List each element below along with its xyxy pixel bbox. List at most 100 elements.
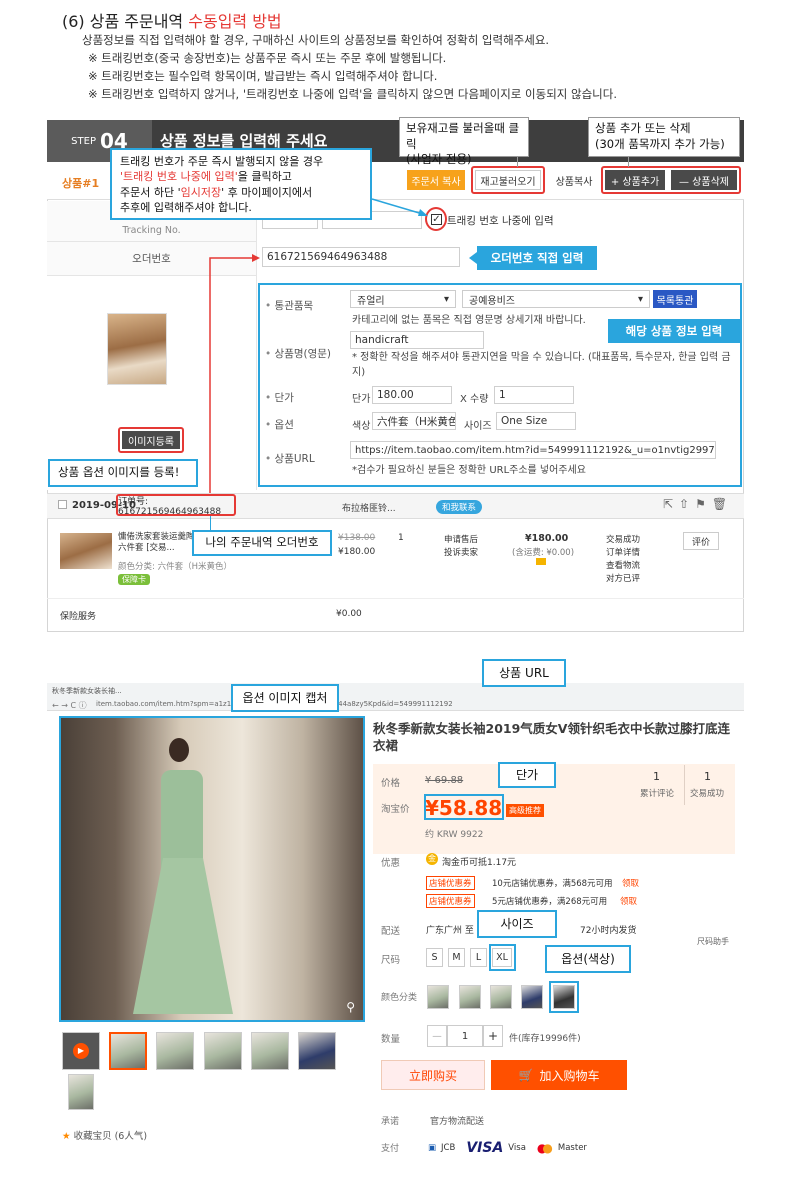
video-thumb[interactable]: ▶ xyxy=(62,1032,100,1070)
add-cart-button[interactable]: 🛒 加入购物车 xyxy=(491,1060,627,1090)
insurance-value: ¥0.00 xyxy=(336,609,362,619)
order-shipping: (含运费: ¥0.00) xyxy=(512,548,575,558)
intro-line-3: ※ 트래킹번호는 필수입력 항목이며, 발급받는 즉시 입력해주셔야 합니다. xyxy=(88,69,438,83)
product-title: 秋冬季新款女装长袖2019气质女V领针织毛衣中长款过膝打底连衣裙 xyxy=(373,721,730,753)
status-detail-link[interactable]: 订单详情 xyxy=(606,546,640,558)
option-capture-tip: 옵션 이미지 캡처 xyxy=(231,684,339,712)
order-record-number: 订单号: 616721569464963488 xyxy=(116,494,236,517)
my-order-tip-pointer xyxy=(210,516,211,530)
thumb-3[interactable] xyxy=(204,1032,242,1070)
coin-icon: 金 xyxy=(426,853,438,865)
order-total: ¥180.00 xyxy=(525,533,569,544)
size-tip: 사이즈 xyxy=(477,910,557,938)
review-button[interactable]: 评价 xyxy=(683,532,719,550)
favorite-link[interactable]: ★ 收藏宝贝 (6人气) xyxy=(62,1128,147,1142)
reviews-label[interactable]: 累计评论 xyxy=(640,787,674,799)
order-item-price: ¥180.00 xyxy=(338,547,376,557)
color-option-1[interactable] xyxy=(427,985,449,1009)
promo-tag: 高级推荐 xyxy=(506,804,544,817)
price-label: 단가 xyxy=(265,390,294,405)
coin-text: 淘金币可抵1.17元 xyxy=(442,858,517,868)
thumb-4[interactable] xyxy=(251,1032,289,1070)
section-title: (6) 상품 주문내역 수동입력 방법 xyxy=(62,12,282,31)
color-input[interactable]: 六件套（H米黄色） xyxy=(372,412,456,430)
coupon-tag-2: 店铺优惠券 xyxy=(426,894,475,908)
order-record-seller[interactable]: 布拉格匪铃... xyxy=(342,501,396,514)
size-option-s[interactable]: S xyxy=(426,948,443,967)
customs-note: 카테고리에 없는 품목은 직접 영문명 상세기재 바랍니다. xyxy=(352,315,586,326)
status-reviewed: 对方已评 xyxy=(606,574,641,584)
color-option-4[interactable] xyxy=(521,985,543,1009)
price-input[interactable]: 180.00 xyxy=(372,386,452,404)
order-record-checkbox[interactable] xyxy=(58,500,67,509)
size-help[interactable]: 尺码助手 xyxy=(697,936,729,947)
visa-icon: VISA xyxy=(466,1140,504,1156)
url-input[interactable]: https://item.taobao.com/item.htm?id=5499… xyxy=(350,441,716,459)
buy-now-button[interactable]: 立即购买 xyxy=(381,1060,485,1090)
qty-minus-button[interactable]: — xyxy=(427,1025,447,1047)
main-product-image[interactable]: ⚲ xyxy=(59,716,365,1022)
size-label: 尺码 xyxy=(381,955,401,966)
browser-url[interactable]: item.taobao.com/item.htm?spm=a1z10.1-c.w… xyxy=(96,700,736,710)
order-item-badge: 保障卡 xyxy=(118,574,150,585)
sold-count: 1 xyxy=(704,770,711,783)
insurance-label: 保险服务 xyxy=(60,612,97,622)
status-logistics-link[interactable]: 查看物流 xyxy=(606,559,640,571)
color-label: 颜色分类 xyxy=(381,993,418,1003)
product-url-tip: 상품 URL xyxy=(482,659,566,687)
coupon-get-1[interactable]: 领取 xyxy=(622,877,639,889)
mastercard-icon: ●● xyxy=(536,1141,553,1155)
browser-nav-icons[interactable]: ← → C ⓘ xyxy=(52,700,87,711)
complaint-link[interactable]: 投诉卖家 xyxy=(444,546,478,558)
model-dress-skirt xyxy=(133,858,233,1014)
thumb-1[interactable] xyxy=(109,1032,147,1070)
color-highlight xyxy=(549,981,579,1013)
order-item-color: 颜色分类: 六件套（H米黄色） xyxy=(118,562,232,572)
intro-line-2: ※ 트래킹번호(중국 송장번호)는 상품주문 즉시 또는 주문 후에 발행됩니다… xyxy=(88,51,447,65)
order-no-input[interactable]: 616721569464963488 xyxy=(262,247,460,267)
contact-badge[interactable]: 和我联系 xyxy=(436,500,483,514)
coupon-tag-1: 店铺优惠券 xyxy=(426,876,475,890)
size-option-l[interactable]: L xyxy=(470,948,487,967)
load-stock-highlight xyxy=(471,166,545,194)
jcb-icon: ▣ xyxy=(428,1143,437,1153)
star-icon: ★ xyxy=(62,1131,71,1142)
thumb-5[interactable] xyxy=(298,1032,336,1070)
zoom-icon[interactable]: ⚲ xyxy=(346,1000,355,1014)
customs-list-button[interactable]: 목록통관 xyxy=(653,290,697,308)
customs-select-2[interactable]: 공예용비즈 ▾ xyxy=(462,290,650,308)
qty-plus-button[interactable]: + xyxy=(483,1025,503,1047)
url-note: *검수가 필요하신 분들은 정확한 URL주소를 넣어주세요 xyxy=(352,465,586,476)
name-note: * 정확한 작성을 해주셔야 통관지연을 막을 수 있습니다. (대표품목, 특… xyxy=(352,352,731,378)
coupon-get-2[interactable]: 领取 xyxy=(620,895,637,907)
color-option-2[interactable] xyxy=(459,985,481,1009)
stock-tip: 보유재고를 불러올때 클릭 (사업자 전용) xyxy=(399,117,529,166)
intro-line-1: 상품정보를 직접 입력해야 할 경우, 구매하신 사이트의 상품정보를 확인하여… xyxy=(82,33,550,47)
color-option-3[interactable] xyxy=(490,985,512,1009)
thumb-2[interactable] xyxy=(156,1032,194,1070)
browser-tab[interactable]: 秋冬季新款女装长袖... xyxy=(52,686,152,697)
krw-price: 约 KRW 9922 xyxy=(425,830,484,840)
copy-product-button[interactable]: 상품복사 xyxy=(549,170,599,190)
order-direct-tip: 오더번호 직접 입력 xyxy=(477,246,597,270)
ship-label: 配送 xyxy=(381,926,401,937)
customs-label: 통관품목 xyxy=(265,298,314,313)
stock-tip-pointer xyxy=(517,157,518,167)
intro-line-4: ※ 트래킹번호 입력하지 않거나, '트래킹번호 나중에 입력'을 클릭하지 않… xyxy=(88,87,617,101)
name-input[interactable]: handicraft xyxy=(350,331,484,349)
product-label: 상품#1 xyxy=(62,177,100,190)
play-icon: ▶ xyxy=(73,1043,89,1059)
qty-input-cn[interactable]: 1 xyxy=(447,1025,483,1047)
order-copy-button[interactable]: 주문서 복사 xyxy=(407,170,465,190)
thumb-6[interactable] xyxy=(68,1074,94,1110)
customs-select-1[interactable]: 쥬얼리 ▾ xyxy=(350,290,456,308)
order-direct-pointer xyxy=(469,252,477,264)
size-input[interactable]: One Size xyxy=(496,412,576,430)
order-record-icons[interactable]: ⇱⇧⚑🗑 xyxy=(663,497,733,511)
size-option-m[interactable]: M xyxy=(448,948,465,967)
pay-methods: ▣ JCB VISA Visa ●● Master xyxy=(428,1140,587,1156)
qty-input[interactable]: 1 xyxy=(494,386,574,404)
after-sale-link[interactable]: 申请售后 xyxy=(444,533,478,545)
color-tip: 옵션(색상) xyxy=(545,945,631,973)
status-success: 交易成功 xyxy=(606,535,641,545)
